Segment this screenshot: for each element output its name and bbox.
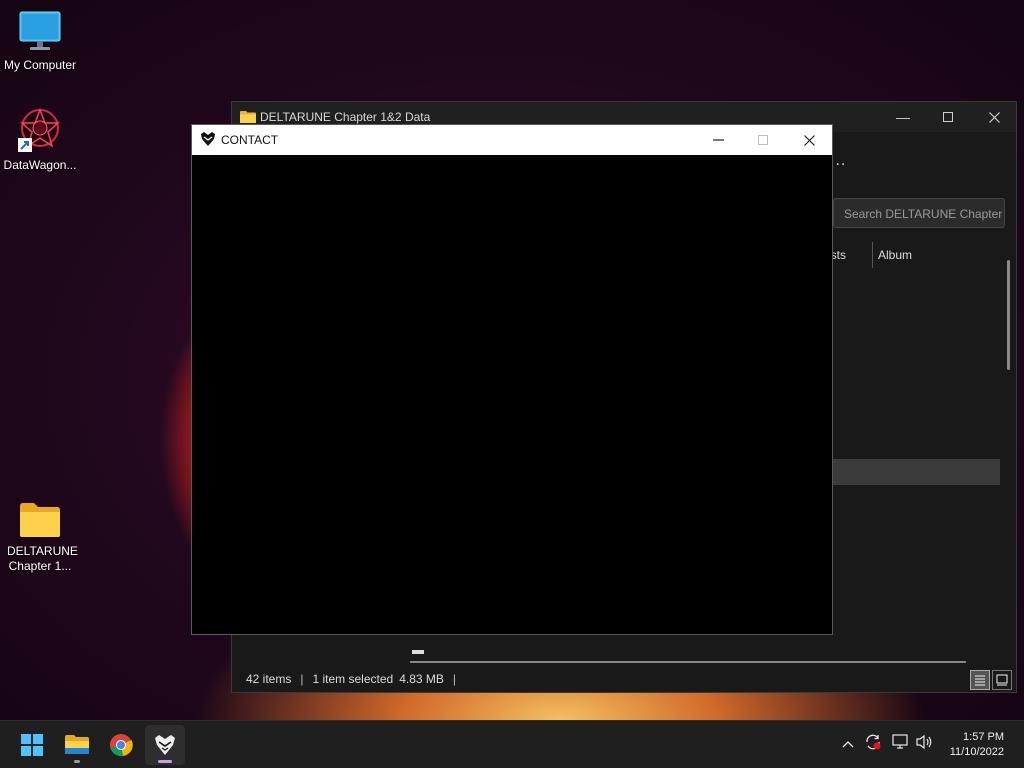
column-divider[interactable] bbox=[872, 242, 873, 268]
horizontal-scrollbar[interactable] bbox=[410, 661, 966, 663]
volume-icon[interactable] bbox=[916, 734, 934, 753]
close-button[interactable] bbox=[971, 102, 1017, 132]
tiles-view-button[interactable] bbox=[992, 670, 1012, 690]
tiles-view-icon bbox=[996, 674, 1008, 686]
folder-icon bbox=[18, 500, 62, 540]
contact-title: CONTACT bbox=[221, 133, 279, 147]
desktop-icon-deltarune-folder[interactable]: DELTARUNE Chapter 1... bbox=[0, 500, 80, 574]
close-button[interactable] bbox=[786, 125, 832, 155]
taskbar-deltarune[interactable] bbox=[145, 725, 185, 765]
selection-size: 4.83 MB bbox=[399, 672, 444, 686]
taskbar: 1:57 PM 11/10/2022 bbox=[0, 720, 1024, 768]
maximize-button[interactable] bbox=[925, 102, 971, 132]
status-divider: | bbox=[300, 672, 304, 686]
close-icon bbox=[988, 111, 1000, 123]
start-button[interactable] bbox=[12, 725, 52, 765]
selected-file-row[interactable] bbox=[832, 459, 1000, 485]
close-icon bbox=[803, 134, 815, 146]
selection-count: 1 item selected bbox=[312, 672, 394, 686]
minimize-icon bbox=[712, 139, 724, 141]
desktop-icon-datawagon[interactable]: DataWagon... bbox=[0, 106, 80, 173]
status-divider: | bbox=[452, 672, 457, 686]
system-clock[interactable]: 1:57 PM 11/10/2022 bbox=[950, 730, 1004, 760]
clock-time: 1:57 PM bbox=[963, 731, 1004, 743]
minimize-button[interactable] bbox=[695, 125, 741, 155]
datawagon-icon bbox=[16, 106, 64, 154]
desktop-icon-label: DELTARUNE Chapter 1... bbox=[7, 544, 78, 573]
desktop-icon-my-computer[interactable]: My Computer bbox=[0, 10, 80, 73]
details-view-icon bbox=[975, 675, 985, 686]
active-indicator bbox=[158, 760, 172, 763]
network-icon[interactable] bbox=[892, 734, 910, 753]
clock-date: 11/10/2022 bbox=[949, 746, 1004, 758]
chevron-up-icon[interactable] bbox=[842, 735, 854, 751]
deltarune-icon bbox=[200, 131, 216, 150]
item-count: 42 items bbox=[246, 672, 292, 686]
desktop-icon-label: DataWagon... bbox=[3, 158, 77, 172]
vertical-scrollbar[interactable] bbox=[1007, 260, 1010, 370]
contact-titlebar[interactable]: CONTACT bbox=[192, 125, 832, 155]
maximize-icon bbox=[943, 112, 953, 122]
folder-icon bbox=[65, 735, 89, 754]
horizontal-scroll-thumb[interactable] bbox=[412, 650, 424, 654]
column-header-album[interactable]: Album bbox=[878, 248, 912, 262]
sync-icon[interactable] bbox=[864, 733, 882, 754]
running-indicator bbox=[74, 760, 80, 763]
taskbar-chrome[interactable] bbox=[101, 725, 141, 765]
windows-logo-icon bbox=[21, 734, 43, 756]
deltarune-icon bbox=[155, 735, 175, 755]
chrome-icon bbox=[110, 734, 133, 757]
minimize-button[interactable]: — bbox=[880, 102, 926, 132]
status-bar: 42 items | 1 item selected 4.83 MB | bbox=[232, 666, 1016, 692]
monitor-icon bbox=[18, 10, 62, 54]
taskbar-file-explorer[interactable] bbox=[57, 725, 97, 765]
minimize-icon: — bbox=[896, 109, 910, 125]
explorer-title: DELTARUNE Chapter 1&2 Data bbox=[260, 110, 431, 124]
maximize-button[interactable] bbox=[740, 125, 786, 155]
maximize-icon bbox=[758, 135, 768, 145]
game-canvas[interactable] bbox=[192, 155, 832, 634]
desktop-icon-label: My Computer bbox=[3, 58, 77, 72]
search-input[interactable]: Search DELTARUNE Chapter ... bbox=[833, 198, 1005, 228]
contact-window[interactable]: CONTACT bbox=[191, 124, 833, 635]
details-view-button[interactable] bbox=[970, 670, 990, 690]
